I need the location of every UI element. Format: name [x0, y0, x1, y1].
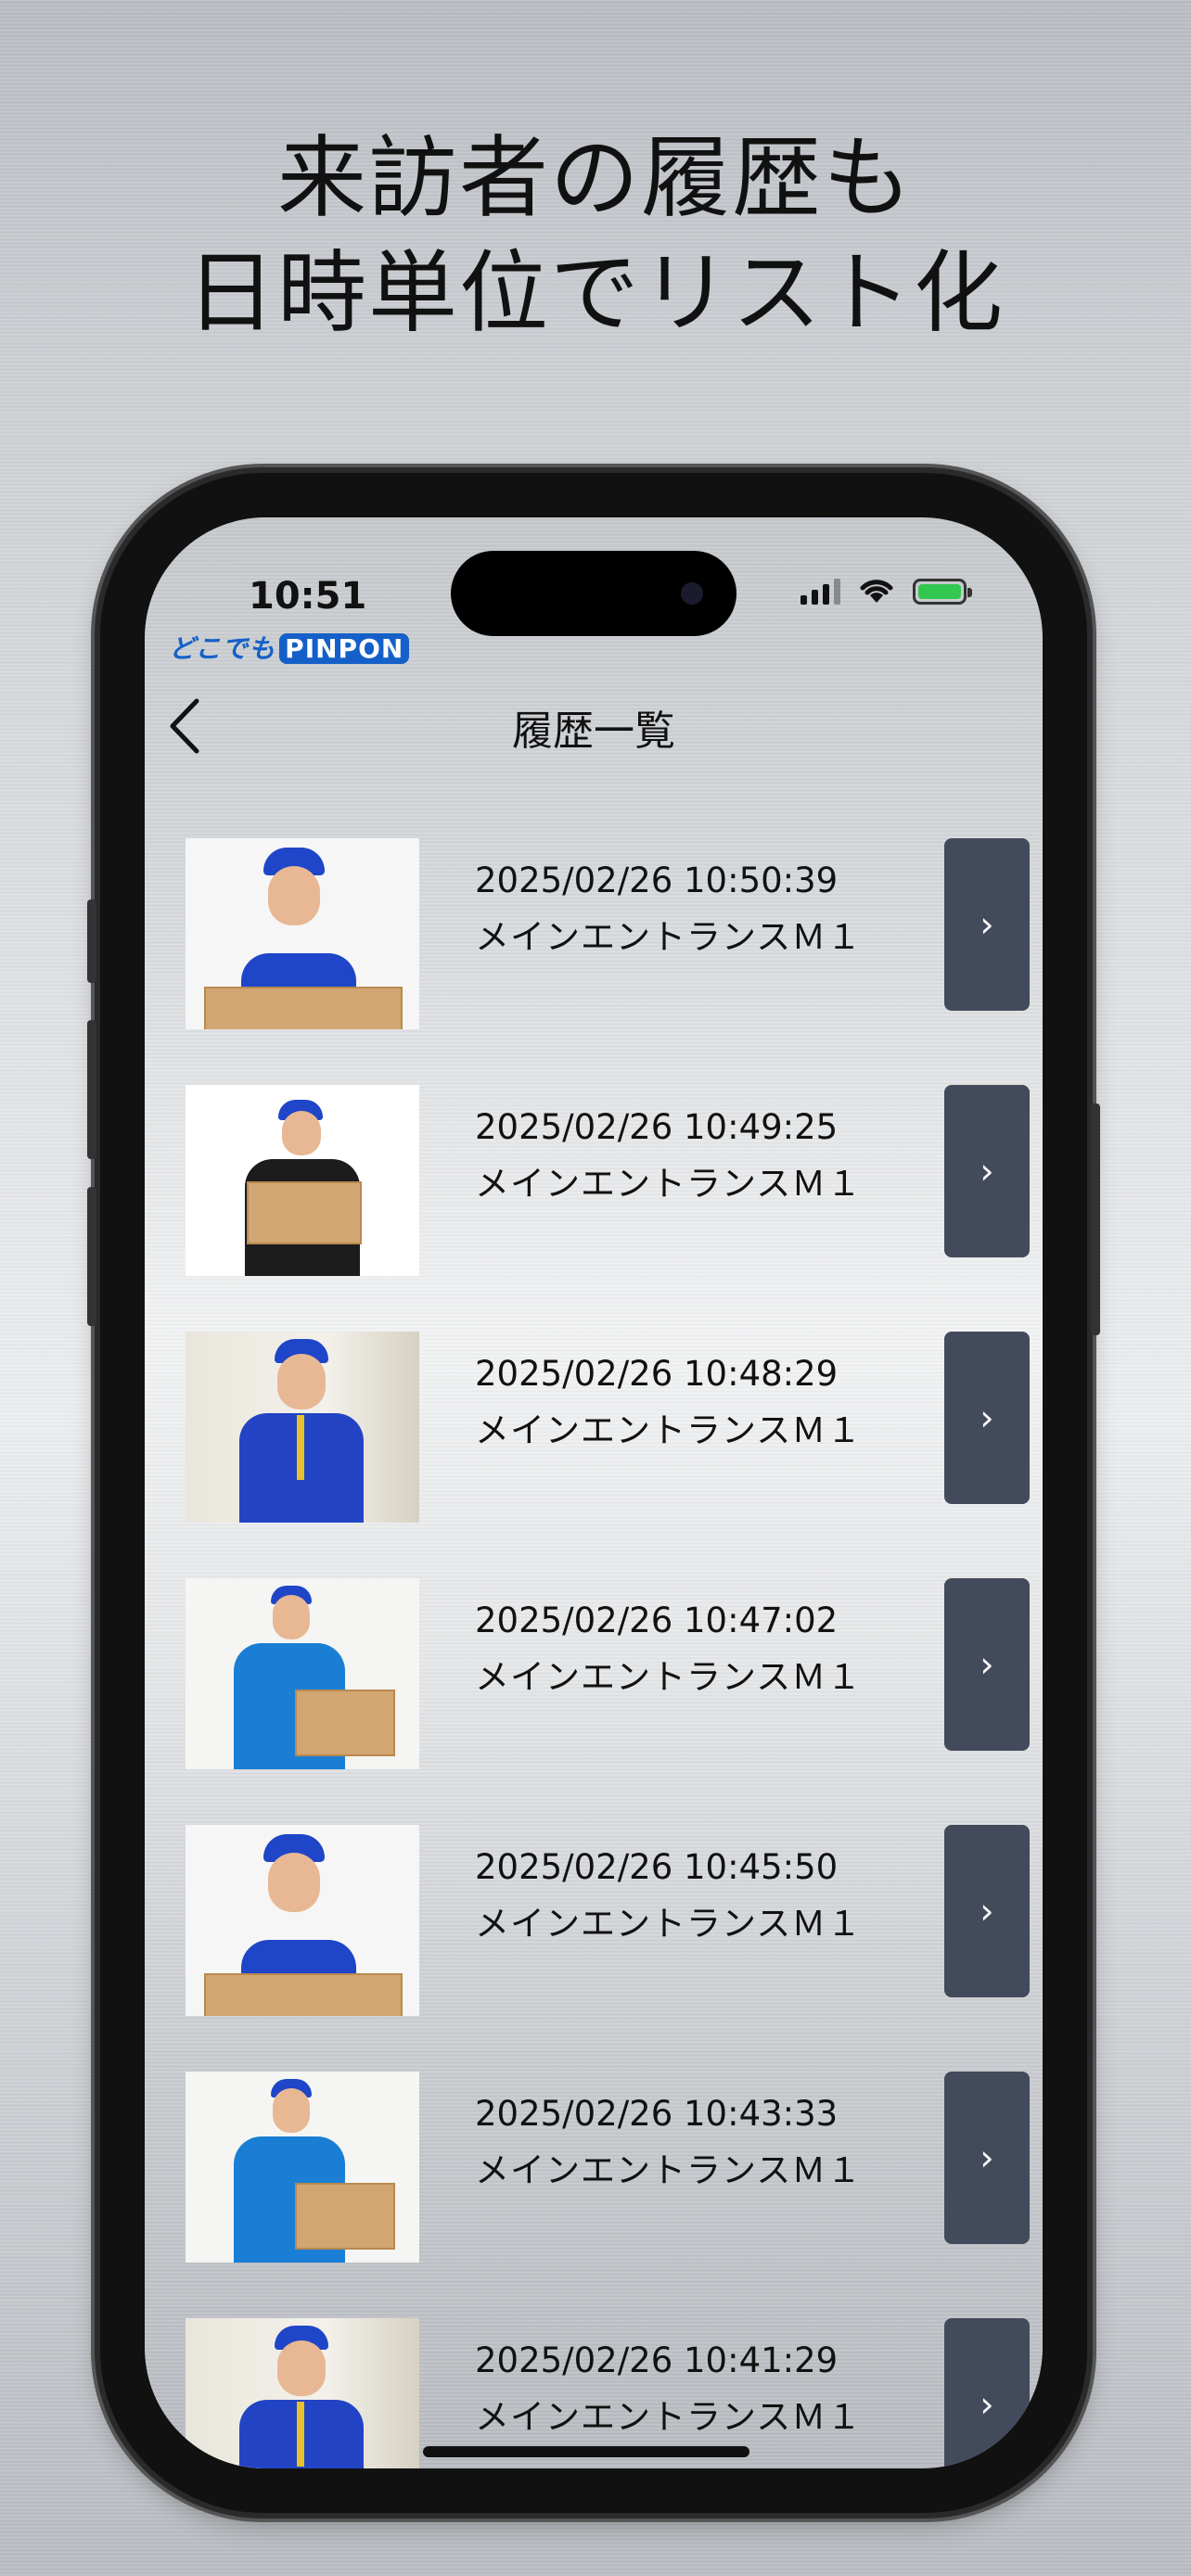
history-detail-button[interactable]: ›	[944, 1578, 1030, 1751]
app-screen: 10:51 どこでも PINPON 履歴一覧 2025/02/26 10:50:…	[145, 517, 1043, 2468]
promo-headline: 来訪者の履歴も 日時単位でリスト化	[0, 121, 1191, 351]
chevron-right-icon: ›	[980, 1891, 994, 1932]
history-row[interactable]: 2025/02/26 10:49:25 メインエントランスＭ１ ›	[145, 1079, 1043, 1283]
history-datetime: 2025/02/26 10:43:33	[475, 2094, 839, 2134]
status-time: 10:51	[249, 575, 367, 618]
history-location: メインエントランスＭ１	[475, 917, 863, 957]
cellular-signal-icon	[800, 577, 840, 605]
logo-mark: PINPON	[279, 633, 410, 664]
history-row[interactable]: 2025/02/26 10:47:02 メインエントランスＭ１ ›	[145, 1573, 1043, 1777]
battery-charging-icon	[913, 579, 972, 605]
chevron-right-icon: ›	[980, 1644, 994, 1685]
chevron-right-icon: ›	[980, 2137, 994, 2178]
history-row[interactable]: 2025/02/26 10:45:50 メインエントランスＭ１ ›	[145, 1819, 1043, 2023]
history-datetime: 2025/02/26 10:50:39	[475, 861, 839, 900]
history-datetime: 2025/02/26 10:45:50	[475, 1847, 839, 1887]
history-row[interactable]: 2025/02/26 10:43:33 メインエントランスＭ１ ›	[145, 2066, 1043, 2270]
history-detail-button[interactable]: ›	[944, 2072, 1030, 2244]
history-row[interactable]: 2025/02/26 10:50:39 メインエントランスＭ１ ›	[145, 833, 1043, 1037]
history-location: メインエントランスＭ１	[475, 1657, 863, 1697]
page-title: 履歴一覧	[512, 708, 675, 755]
history-datetime: 2025/02/26 10:48:29	[475, 1354, 839, 1394]
volume-down-button	[87, 1187, 96, 1326]
status-icons	[800, 575, 972, 605]
front-camera-icon	[681, 582, 703, 605]
power-button	[1091, 1103, 1100, 1335]
history-location: メインエントランスＭ１	[475, 2150, 863, 2190]
history-row[interactable]: 2025/02/26 10:48:29 メインエントランスＭ１ ›	[145, 1326, 1043, 1530]
history-row[interactable]: 2025/02/26 10:41:29 メインエントランスＭ１ ›	[145, 2313, 1043, 2468]
headline-line-2: 日時単位でリスト化	[186, 241, 1005, 345]
history-location: メインエントランスＭ１	[475, 1164, 863, 1204]
visitor-thumbnail	[186, 838, 419, 1029]
history-location: メインエントランスＭ１	[475, 1904, 863, 1944]
history-detail-button[interactable]: ›	[944, 1825, 1030, 1997]
chevron-right-icon: ›	[980, 1151, 994, 1192]
visitor-thumbnail	[186, 1332, 419, 1523]
chevron-right-icon: ›	[980, 904, 994, 945]
mute-switch	[87, 899, 96, 983]
history-location: メインエントランスＭ１	[475, 1410, 863, 1450]
history-datetime: 2025/02/26 10:47:02	[475, 1600, 839, 1640]
visitor-thumbnail	[186, 1578, 419, 1769]
visitor-thumbnail	[186, 2318, 419, 2468]
app-logo: どこでも PINPON	[169, 629, 410, 666]
history-detail-button[interactable]: ›	[944, 1085, 1030, 1257]
headline-line-1: 来訪者の履歴も	[277, 126, 914, 230]
history-detail-button[interactable]: ›	[944, 838, 1030, 1011]
history-datetime: 2025/02/26 10:49:25	[475, 1107, 839, 1147]
history-detail-button[interactable]: ›	[944, 2318, 1030, 2468]
history-detail-button[interactable]: ›	[944, 1332, 1030, 1504]
phone-frame: 10:51 どこでも PINPON 履歴一覧 2025/02/26 10:50:…	[87, 473, 1100, 2513]
volume-up-button	[87, 1020, 96, 1159]
wifi-icon	[860, 580, 893, 603]
visitor-thumbnail	[186, 1825, 419, 2016]
home-indicator[interactable]	[423, 2446, 749, 2457]
chevron-right-icon: ›	[980, 2384, 994, 2425]
logo-text: どこでも	[169, 633, 276, 664]
dynamic-island	[451, 551, 736, 636]
chevron-right-icon: ›	[980, 1397, 994, 1438]
visitor-thumbnail	[186, 2072, 419, 2263]
visitor-thumbnail	[186, 1085, 419, 1276]
history-datetime: 2025/02/26 10:41:29	[475, 2340, 839, 2380]
history-location: メインエントランスＭ１	[475, 2397, 863, 2437]
